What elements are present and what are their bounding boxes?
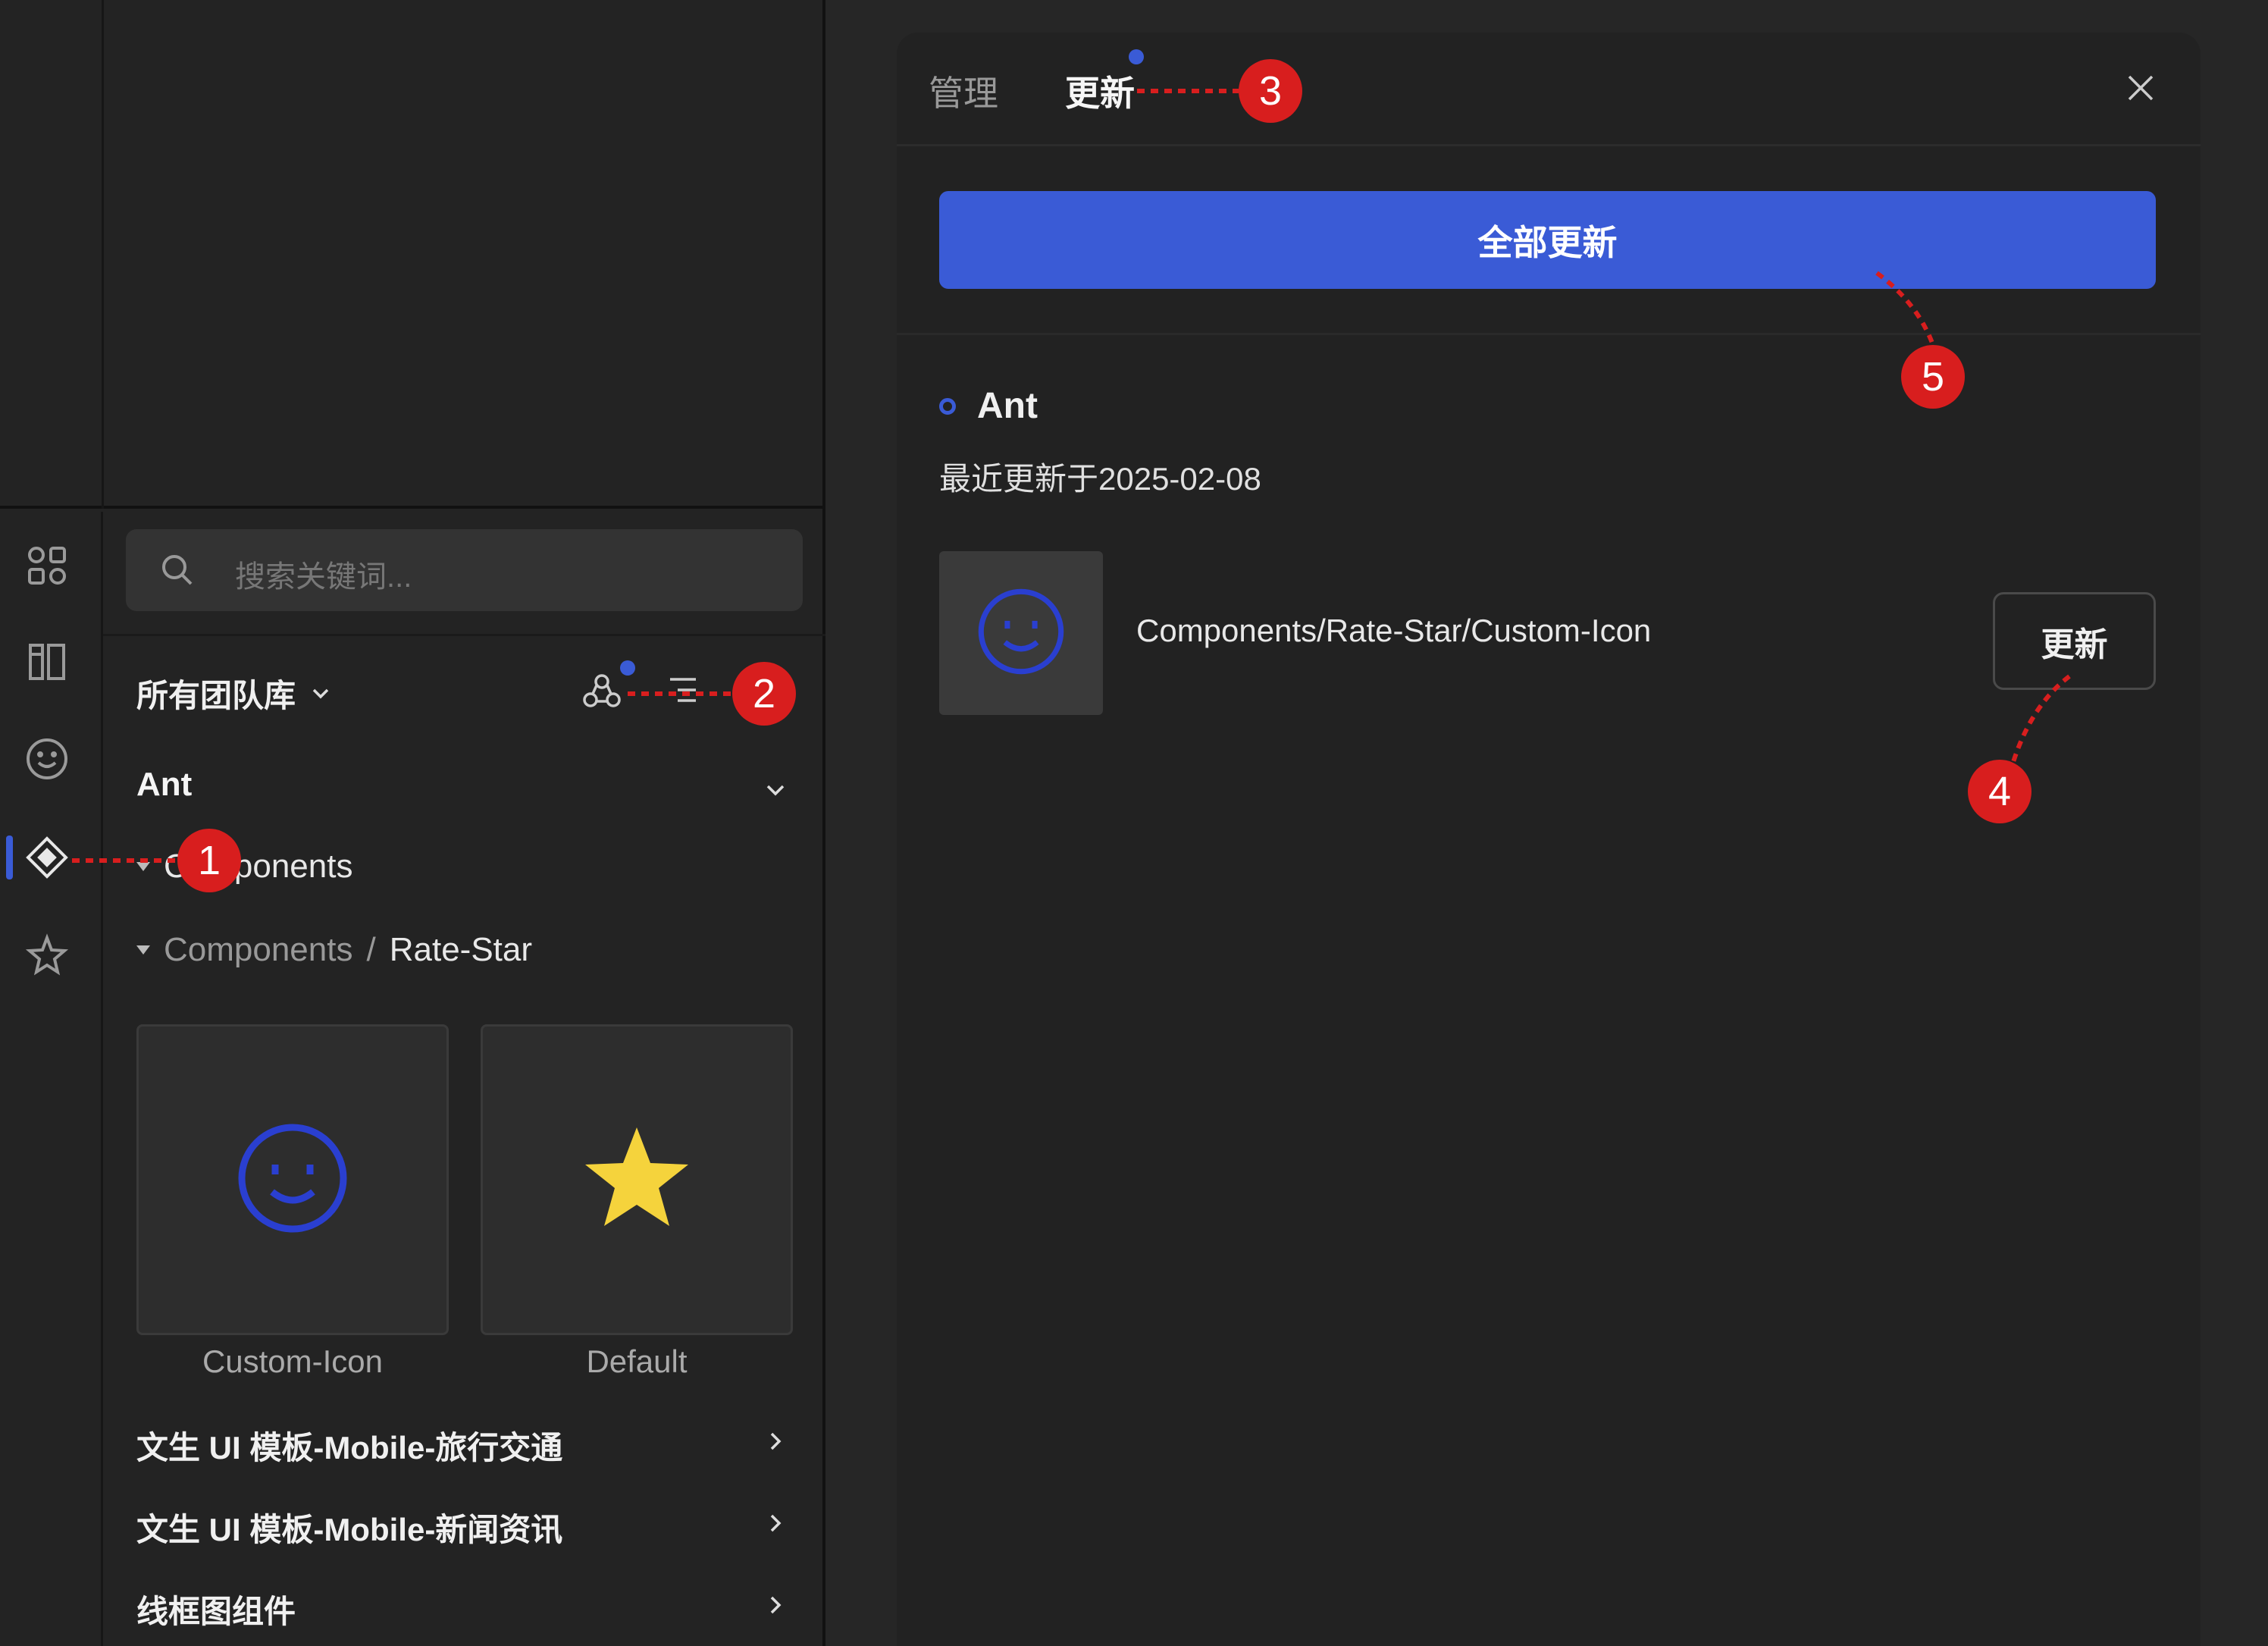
callout-badge: 5 (1901, 345, 1965, 409)
annotation-leaders (72, 89, 2071, 863)
leader-line (2011, 674, 2071, 763)
callout-badge: 1 (177, 829, 241, 892)
leader-line (1875, 271, 1935, 346)
callout-badge: 3 (1239, 59, 1302, 123)
callout-badge: 4 (1968, 760, 2031, 823)
callout-badge: 2 (732, 662, 796, 726)
